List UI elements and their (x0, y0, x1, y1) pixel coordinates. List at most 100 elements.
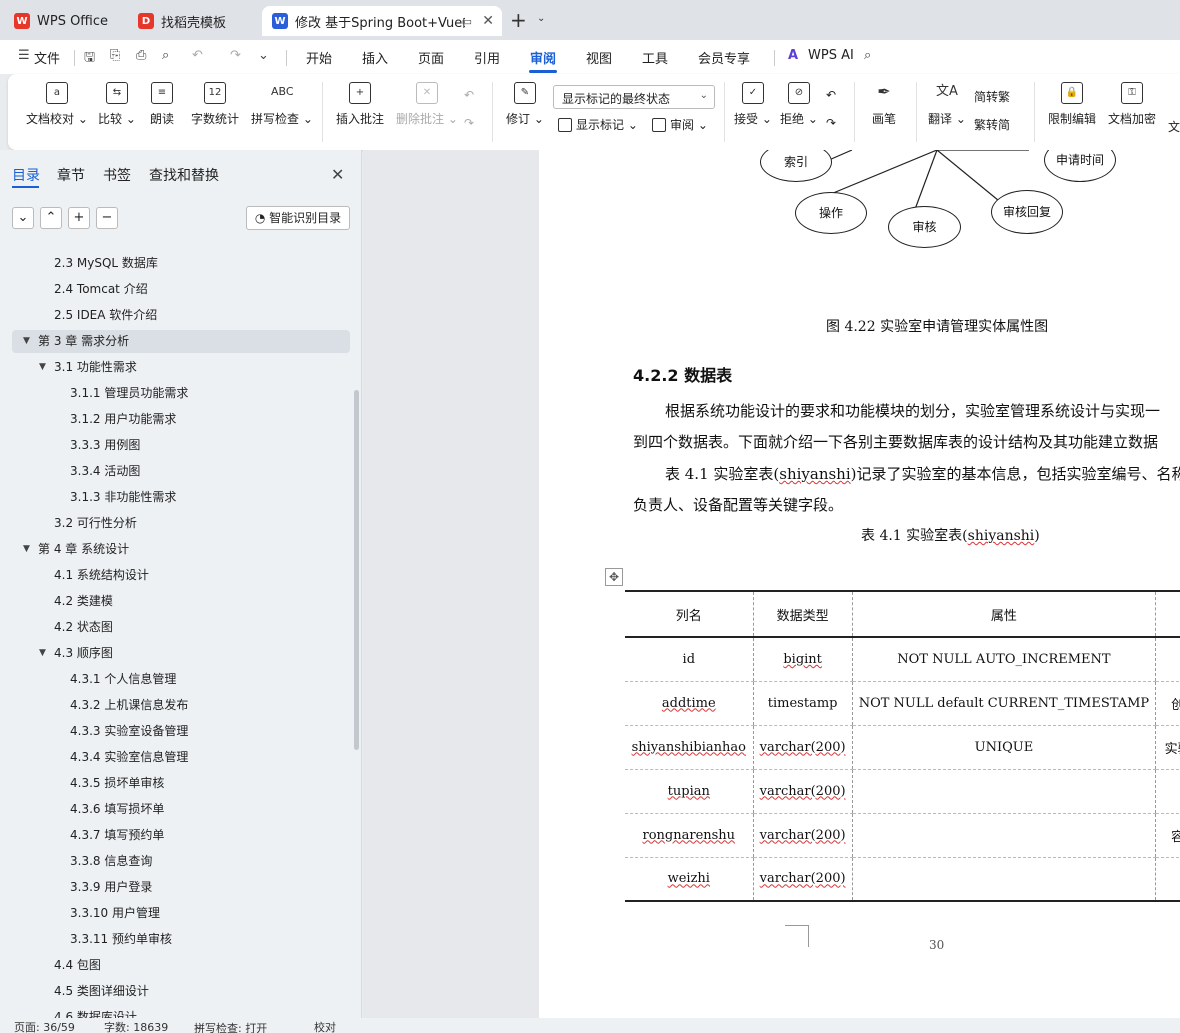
toc-item[interactable]: 3.3.10 用户管理 (70, 902, 160, 924)
menu-home[interactable]: 开始 (306, 48, 332, 67)
table-cell[interactable]: bigint (752, 637, 853, 682)
word-count-button[interactable]: 12 字数统计 (191, 82, 239, 127)
more-button[interactable]: 文 (1168, 82, 1180, 135)
compare-button[interactable]: ⇆ 比较 ⌄ (98, 82, 136, 127)
toc-item[interactable]: 4.3.5 损坏单审核 (70, 772, 164, 794)
spell-check-indicator[interactable]: 拼写检查: 打开 ⌄ (194, 1019, 267, 1033)
tab-wps-office[interactable]: W WPS Office (4, 6, 122, 36)
chevron-down-icon[interactable]: ⌄ (537, 13, 545, 24)
toc-item[interactable]: 4.2 类建模 (54, 590, 113, 612)
table-cell[interactable]: shiyanshibianhao (625, 725, 754, 770)
prev-comment-icon[interactable]: ↶ (464, 88, 474, 102)
toc-item[interactable]: 3.3.4 活动图 (70, 460, 140, 482)
menu-review[interactable]: 审阅 (530, 48, 556, 67)
menu-insert[interactable]: 插入 (362, 48, 388, 67)
table-cell[interactable]: id (625, 637, 754, 682)
toc-item[interactable]: 3.1.1 管理员功能需求 (70, 382, 188, 404)
accept-button[interactable]: ✓ 接受 ⌄ (734, 82, 772, 127)
proofread-indicator[interactable]: 校对 (314, 1019, 336, 1033)
toc-item[interactable]: 第 4 章 系统设计 ▼ (23, 538, 129, 560)
toc-item[interactable]: 3.3.11 预约单审核 (70, 928, 172, 950)
toc-item[interactable]: 3.1 功能性需求 ▼ (39, 356, 137, 378)
tab-toc[interactable]: 目录 (12, 165, 40, 185)
translate-button[interactable]: 文A 翻译 ⌄ (928, 82, 966, 127)
next-change-icon[interactable]: ↷ (826, 116, 836, 130)
print-icon[interactable]: ⎙ (136, 48, 146, 63)
to-simplified-button[interactable]: 繁转简 (974, 116, 1010, 133)
table-cell[interactable] (1155, 769, 1180, 814)
toc-item[interactable]: 4.4 包图 (54, 954, 101, 976)
share-icon[interactable]: ⎘ (110, 48, 120, 63)
to-traditional-button[interactable]: 简转繁 (974, 88, 1010, 105)
toc-item[interactable]: 2.3 MySQL 数据库 (54, 252, 158, 274)
table-cell[interactable] (1155, 637, 1180, 682)
toc-item[interactable]: 4.3 顺序图 ▼ (39, 642, 113, 664)
menu-tools[interactable]: 工具 (642, 48, 668, 67)
smart-toc-button[interactable]: ◔ 智能识别目录 (246, 206, 350, 230)
track-changes-button[interactable]: ✎ 修订 ⌄ (506, 82, 544, 127)
tab-current-document[interactable]: W 修改 基于Spring Boot+Vue的 ▭ ✕ (262, 6, 502, 36)
encrypt-button[interactable]: ⚿ 文档加密 (1108, 82, 1156, 127)
undo-icon[interactable]: ↶ (192, 48, 203, 63)
delete-comment-button[interactable]: ✕ 删除批注 ⌄ (396, 82, 458, 127)
tab-chapters[interactable]: 章节 (57, 165, 85, 185)
toc-item[interactable]: 3.3.3 用例图 (70, 434, 140, 456)
scrollbar[interactable] (354, 390, 359, 750)
table-cell[interactable]: timestamp (752, 681, 853, 726)
toc-item[interactable]: 3.1.3 非功能性需求 (70, 486, 176, 508)
toc-item[interactable]: 2.5 IDEA 软件介绍 (54, 304, 157, 326)
doc-check-button[interactable]: a 文档校对 ⌄ (26, 82, 88, 127)
table-cell[interactable]: addtime (625, 681, 754, 726)
table-cell[interactable]: varchar(200) (752, 813, 853, 858)
toc-item[interactable]: 3.3.8 信息查询 (70, 850, 152, 872)
read-aloud-button[interactable]: ≡ 朗读 (150, 82, 174, 127)
toc-item[interactable]: 4.3.7 填写预约单 (70, 824, 164, 846)
reject-button[interactable]: ⊘ 拒绝 ⌄ (780, 82, 818, 127)
toc-item[interactable]: 4.3.4 实验室信息管理 (70, 746, 188, 768)
collapse-all-button[interactable]: ⌄ (12, 207, 34, 229)
new-tab-plus-icon[interactable]: + (510, 8, 527, 32)
table-cell[interactable]: tupian (625, 769, 754, 814)
save-icon[interactable]: 🖫 (84, 48, 95, 70)
table-cell[interactable]: UNIQUE (851, 725, 1156, 770)
menu-references[interactable]: 引用 (474, 48, 500, 67)
table-move-handle-icon[interactable]: ✥ (605, 568, 623, 586)
toc-item[interactable]: 3.3.9 用户登录 (70, 876, 152, 898)
toc-item[interactable]: 4.3.1 个人信息管理 (70, 668, 176, 690)
toc-item[interactable]: 4.2 状态图 (54, 616, 113, 638)
tab-find-replace[interactable]: 查找和替换 (149, 165, 219, 185)
toc-item[interactable]: 第 3 章 需求分析 ▼ (23, 330, 129, 352)
table-cell[interactable]: 实验 (1155, 725, 1180, 770)
next-comment-icon[interactable]: ↷ (464, 116, 474, 130)
table-cell[interactable]: varchar(200) (752, 725, 853, 770)
tab-docer-templates[interactable]: D 找稻壳模板 (128, 6, 260, 36)
restrict-edit-button[interactable]: 🔒 限制编辑 (1048, 82, 1096, 127)
expand-up-button[interactable]: ⌃ (40, 207, 62, 229)
table-cell[interactable]: varchar(200) (752, 769, 853, 814)
show-markup-button[interactable]: 显示标记 ⌄ (558, 116, 638, 133)
table-cell[interactable]: 创 (1155, 681, 1180, 726)
menu-view[interactable]: 视图 (586, 48, 612, 67)
redo-icon[interactable]: ↷ (230, 48, 241, 63)
table-cell[interactable]: varchar(200) (752, 857, 853, 902)
markup-state-select[interactable]: 显示标记的最终状态 ⌄ (553, 85, 715, 109)
prev-change-icon[interactable]: ↶ (826, 88, 836, 102)
toc-item[interactable]: 3.2 可行性分析 (54, 512, 137, 534)
close-pane-icon[interactable]: ✕ (331, 165, 344, 184)
page-indicator[interactable]: 页面: 36/59 (14, 1019, 75, 1033)
toc-item[interactable]: 3.1.2 用户功能需求 (70, 408, 176, 430)
table-cell[interactable]: 容 (1155, 813, 1180, 858)
hamburger-menu-icon[interactable]: ☰ (18, 48, 30, 63)
menu-file[interactable]: 文件 (34, 48, 60, 67)
search-icon[interactable]: ⌕ (864, 48, 871, 63)
toc-item[interactable]: 4.3.2 上机课信息发布 (70, 694, 188, 716)
table-cell[interactable]: NOT NULL AUTO_INCREMENT (851, 637, 1156, 682)
toc-item[interactable]: 4.1 系统结构设计 (54, 564, 149, 586)
toc-item[interactable]: 4.5 类图详细设计 (54, 980, 149, 1002)
quick-access-dropdown-icon[interactable]: ⌄ (258, 48, 269, 63)
expand-arrow-icon[interactable]: ▼ (23, 538, 30, 560)
word-count-indicator[interactable]: 字数: 18639 (104, 1019, 168, 1033)
expand-arrow-icon[interactable]: ▼ (39, 356, 46, 378)
toc-item[interactable]: 4.3.3 实验室设备管理 (70, 720, 188, 742)
insert-comment-button[interactable]: + 插入批注 (336, 82, 384, 127)
